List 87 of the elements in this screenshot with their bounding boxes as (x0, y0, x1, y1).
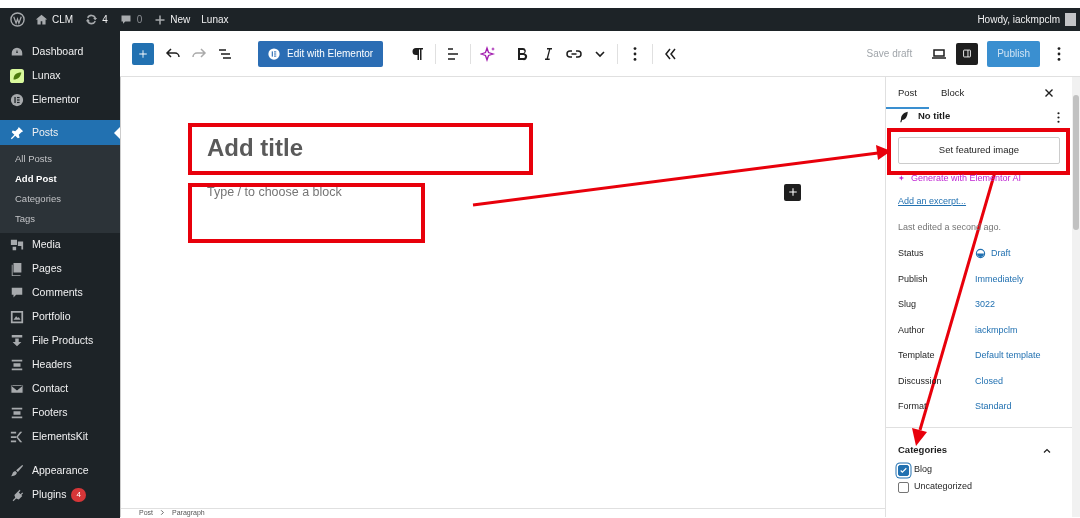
field-value-link[interactable]: Default template (975, 349, 1041, 363)
menu-pointer-icon (114, 127, 120, 139)
sidebar-panel-icon (962, 46, 973, 61)
sidebar-item[interactable]: Elementor (0, 88, 120, 112)
theme-link[interactable]: Lunax (201, 12, 229, 27)
count-badge: 4 (71, 488, 86, 502)
half-circle-icon (975, 248, 986, 260)
more-options-icon[interactable] (1057, 111, 1060, 123)
featured-image-button[interactable]: Set featured image (898, 137, 1060, 164)
site-link[interactable]: CLM (52, 12, 74, 27)
field-value-link[interactable]: Immediately (975, 272, 1024, 286)
gauge-icon (10, 45, 24, 59)
submenu-item[interactable]: All Posts (0, 149, 120, 169)
checkbox-label: Uncategorized (914, 480, 973, 494)
sparkle-icon (480, 45, 497, 62)
checkbox-label: Blog (914, 463, 932, 477)
section-title: Categories (898, 443, 948, 458)
sidebar-item[interactable]: Pages (0, 257, 120, 281)
field-label: Status (898, 247, 925, 260)
sidebar-item[interactable]: ElementsKit (0, 425, 120, 449)
new-link[interactable]: New (170, 12, 191, 27)
plus-icon[interactable] (154, 13, 167, 26)
sidebar-item[interactable]: Lunax (0, 64, 120, 88)
avatar-icon (1065, 13, 1076, 26)
sidebar-item[interactable]: Headers (0, 353, 120, 377)
excerpt-link[interactable]: Add an excerpt... (898, 194, 967, 208)
title-field[interactable]: Add title (207, 132, 885, 164)
panel-tab[interactable]: Post (886, 77, 929, 109)
chevron-right-icon (159, 509, 166, 516)
elementor-button[interactable]: Edit with Elementor (258, 40, 384, 67)
field-value-link[interactable]: Standard (975, 400, 1012, 414)
checkmark-icon (899, 465, 908, 475)
wordpress-logo-icon[interactable] (10, 12, 25, 27)
leaf-logo-icon (10, 69, 24, 83)
home-icon[interactable] (35, 13, 48, 26)
plus-icon (786, 186, 799, 198)
sidebar-item[interactable]: Appearance (0, 459, 120, 483)
footer-icon (10, 406, 24, 420)
panel-tab[interactable]: Block (929, 77, 977, 109)
field-label: Publish (898, 272, 929, 286)
greeting-link[interactable]: Howdy, iackmpclm (977, 12, 1060, 27)
sidebar-item[interactable]: Portfolio (0, 305, 120, 329)
field-value-link[interactable]: 3022 (975, 298, 996, 312)
field-label: Template (898, 349, 936, 362)
sidebar-item[interactable]: Posts (0, 120, 120, 145)
media-icon (10, 238, 24, 252)
sidebar-item[interactable]: Comments (0, 281, 120, 305)
add-block-button[interactable] (784, 183, 801, 201)
field-value-link[interactable]: iackmpclm (975, 323, 1018, 337)
sidebar-item[interactable]: Dashboard (0, 40, 120, 64)
scrollbar-thumb[interactable] (1073, 95, 1079, 230)
paintbrush-icon (10, 464, 24, 478)
circle-logo-icon (10, 93, 24, 107)
quill-icon (898, 111, 910, 123)
header-icon (10, 358, 24, 372)
sidebar-item[interactable]: File Products (0, 329, 120, 353)
checkbox[interactable] (898, 481, 909, 493)
sidebar-item[interactable]: Contact (0, 377, 120, 401)
paragraph-field[interactable]: Type / to choose a block (207, 182, 784, 202)
updates-count[interactable]: 4 (102, 12, 108, 27)
plug-icon (10, 488, 24, 502)
envelope-icon (10, 382, 24, 396)
pages-icon (10, 262, 24, 276)
sidebar-item[interactable]: Media (0, 233, 120, 257)
field-label: Author (898, 323, 926, 337)
circle-logo-icon (268, 47, 280, 60)
submenu-item[interactable]: Add Post (0, 169, 120, 189)
submenu-item[interactable]: Categories (0, 189, 120, 209)
speech-bubble-icon[interactable] (119, 13, 132, 26)
submenu-item[interactable]: Tags (0, 209, 120, 229)
field-label: Slug (898, 298, 917, 311)
kit-logo-icon (10, 430, 24, 444)
sidebar-item[interactable]: Plugins 4 (0, 483, 120, 507)
scrollbar[interactable] (1072, 77, 1080, 517)
field-value-link[interactable]: Closed (975, 374, 1003, 388)
refresh-icon[interactable] (85, 13, 99, 26)
download-icon (10, 334, 24, 348)
settings-toggle[interactable] (956, 42, 979, 65)
comments-count[interactable]: 0 (136, 12, 143, 27)
post-title: No title (918, 109, 951, 123)
picture-icon (10, 310, 24, 324)
more-options-icon (1057, 46, 1061, 61)
pushpin-icon (10, 125, 24, 140)
sidebar-item[interactable]: Footers (0, 401, 120, 425)
checkbox[interactable] (898, 464, 909, 476)
more-options-icon (633, 46, 638, 61)
field-value-link[interactable]: Draft (975, 247, 1011, 261)
